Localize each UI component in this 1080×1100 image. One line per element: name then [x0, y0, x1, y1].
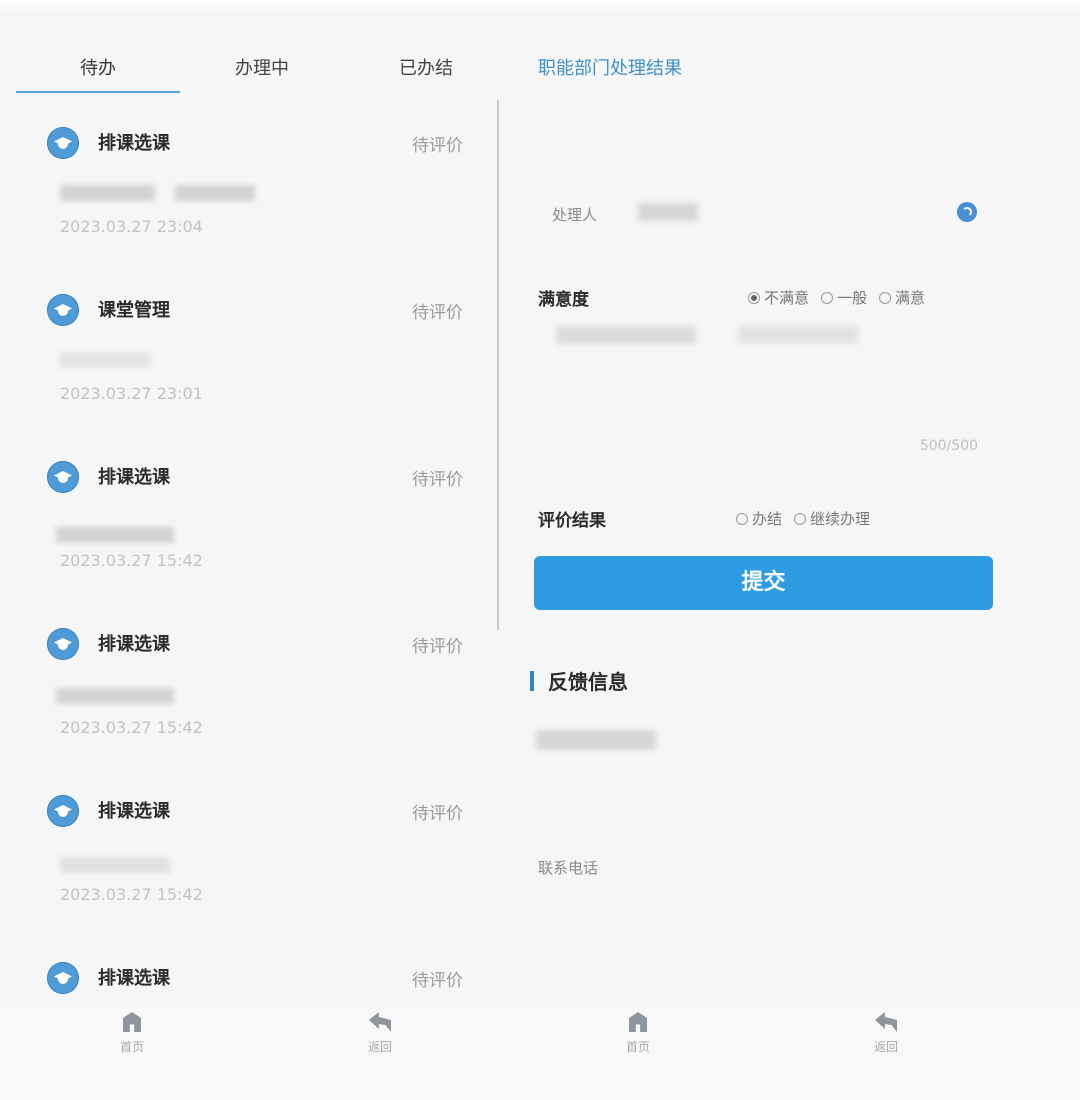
graduation-cap-icon [47, 628, 79, 660]
radio-dot [821, 291, 834, 304]
radio-unsatisfied[interactable]: 不满意 [748, 287, 809, 308]
item-title: 课堂管理 [98, 300, 170, 321]
redacted-text [60, 857, 170, 873]
radio-label: 满意 [895, 289, 926, 307]
home-icon [123, 1012, 141, 1032]
char-counter: 500/500 [919, 438, 978, 454]
submit-button[interactable]: 提交 [534, 556, 993, 610]
radio-dot [736, 512, 748, 525]
tab-in-progress[interactable]: 办理中 [180, 52, 344, 86]
radio-average[interactable]: 一般 [821, 287, 867, 308]
radio-closed[interactable]: 办结 [736, 508, 782, 529]
handler-label: 处理人 [552, 206, 598, 224]
item-status: 待评价 [412, 470, 463, 490]
radio-label: 一般 [837, 289, 868, 307]
home-icon [629, 1012, 647, 1032]
list-item[interactable]: 课堂管理 待评价 2023.03.27 23:01 [0, 294, 497, 462]
radio-dot-checked [748, 291, 760, 304]
graduation-cap-icon [47, 294, 79, 326]
radio-label: 不满意 [764, 289, 810, 307]
radio-satisfied[interactable]: 满意 [879, 287, 925, 308]
satisfaction-radio-group: 不满意 一般 满意 [748, 287, 925, 308]
item-date: 2023.03.27 15:42 [60, 551, 203, 570]
redacted-text [60, 352, 150, 368]
radio-label: 继续办理 [810, 510, 871, 528]
radio-dot [879, 291, 892, 304]
item-date: 2023.03.27 23:01 [60, 384, 203, 403]
item-status: 待评价 [412, 303, 463, 323]
radio-continue[interactable]: 继续办理 [794, 508, 870, 529]
item-date: 2023.03.27 15:42 [60, 885, 203, 904]
radio-label: 办结 [752, 510, 783, 528]
panel-divider [497, 100, 499, 630]
redacted-text [56, 527, 174, 543]
graduation-cap-icon [47, 795, 79, 827]
list-item[interactable]: 排课选课 待评价 2023.03.27 15:42 [0, 461, 497, 629]
nav-label: 返回 [367, 1040, 392, 1054]
item-date: 2023.03.27 15:42 [60, 718, 203, 737]
feedback-section-title: 反馈信息 [548, 670, 628, 694]
back-arrow-icon [369, 1012, 391, 1032]
comment-text-redacted [556, 326, 696, 344]
item-status: 待评价 [412, 637, 463, 657]
feedback-text-redacted [536, 730, 656, 750]
tab-todo[interactable]: 待办 [16, 52, 180, 86]
nav-label: 返回 [873, 1040, 898, 1054]
nav-label: 首页 [119, 1040, 144, 1054]
list-item[interactable]: 排课选课 待评价 2023.03.27 15:42 [0, 628, 497, 796]
handler-value-redacted [638, 203, 698, 221]
item-title: 排课选课 [98, 634, 170, 655]
satisfaction-label: 满意度 [538, 290, 589, 310]
item-status: 待评价 [412, 971, 463, 991]
item-date: 2023.03.27 23:04 [60, 217, 203, 236]
result-label: 评价结果 [538, 511, 606, 531]
graduation-cap-icon [47, 962, 79, 994]
redacted-text [60, 185, 155, 201]
item-title: 排课选课 [98, 467, 170, 488]
item-title: 排课选课 [98, 801, 170, 822]
refresh-icon[interactable] [957, 202, 977, 222]
graduation-cap-icon [47, 461, 79, 493]
list-item[interactable]: 排课选课 待评价 2023.03.27 23:04 [0, 127, 497, 295]
comment-text-redacted [738, 326, 858, 344]
nav-home-right[interactable]: 首页 [598, 1012, 678, 1055]
item-title: 排课选课 [98, 968, 170, 989]
tab-dept-result[interactable]: 职能部门处理结果 [538, 52, 682, 86]
result-radio-group: 办结 继续办理 [736, 508, 870, 529]
list-item[interactable]: 排课选课 待评价 2023.03.27 15:42 [0, 795, 497, 963]
redacted-text [175, 185, 255, 201]
tab-active-indicator [16, 91, 180, 93]
nav-back-right[interactable]: 返回 [846, 1012, 926, 1055]
back-arrow-icon [875, 1012, 897, 1032]
nav-label: 首页 [625, 1040, 650, 1054]
redacted-text [56, 688, 174, 704]
item-status: 待评价 [412, 804, 463, 824]
list-item[interactable]: 排课选课 待评价 [0, 962, 497, 1002]
item-status: 待评价 [412, 136, 463, 156]
phone-label: 联系电话 [538, 859, 599, 877]
nav-back-left[interactable]: 返回 [340, 1012, 420, 1055]
graduation-cap-icon [47, 127, 79, 159]
radio-dot [794, 512, 807, 525]
section-accent-bar [530, 671, 534, 691]
tab-done[interactable]: 已办结 [344, 52, 508, 86]
top-strip [0, 0, 1080, 16]
nav-home-left[interactable]: 首页 [92, 1012, 172, 1055]
item-title: 排课选课 [98, 133, 170, 154]
